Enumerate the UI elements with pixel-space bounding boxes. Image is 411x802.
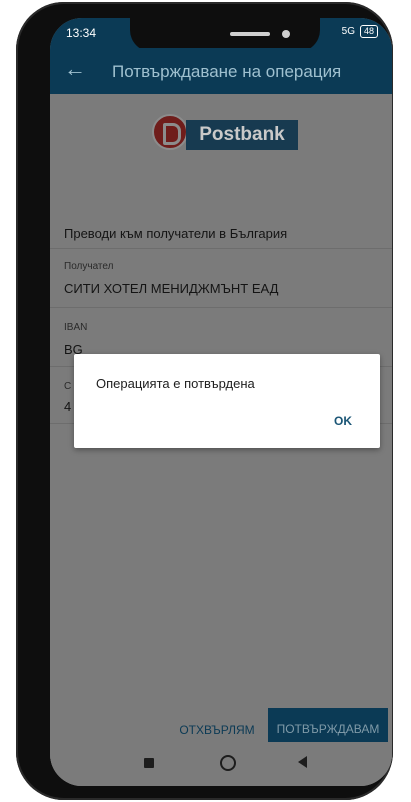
confirmation-dialog: Операцията е потвърдена OK	[74, 354, 380, 448]
postbank-logo-text: Postbank	[186, 120, 298, 150]
recents-icon[interactable]	[144, 758, 154, 768]
transfer-type-value: Преводи към получатели в България	[64, 226, 288, 241]
camera-dot	[282, 30, 290, 38]
amount-label: С	[64, 381, 72, 392]
postbank-logo-icon	[152, 114, 188, 150]
arrow-left-icon[interactable]: ←	[64, 58, 86, 80]
phone-frame: 13:34 5G 48 ← Потвърждаване на операция …	[16, 2, 393, 800]
app-bar: ← Потвърждаване на операция	[50, 48, 392, 94]
transfer-type-row: Преводи към получатели в България	[50, 200, 392, 249]
dialog-message: Операцията е потвърдена	[96, 376, 255, 391]
camera-notch	[130, 18, 320, 52]
back-triangle-icon[interactable]	[298, 756, 307, 768]
page-title: Потвърждаване на операция	[112, 62, 342, 81]
ok-button[interactable]: OK	[326, 408, 360, 434]
system-nav-bar	[50, 742, 392, 786]
signal-icon: 5G	[341, 26, 355, 37]
speaker-grille	[230, 32, 270, 36]
iban-label: IBAN	[64, 322, 88, 333]
amount-value: 4	[64, 399, 72, 414]
status-icons: 5G 48	[342, 25, 378, 38]
status-time: 13:34	[66, 26, 97, 40]
recipient-label: Получател	[64, 261, 114, 272]
recipient-value: СИТИ ХОТЕЛ МЕНИДЖМЪНТ ЕАД	[64, 281, 279, 296]
postbank-logo: Postbank	[150, 112, 300, 162]
battery-icon: 48	[359, 25, 378, 38]
screen: 13:34 5G 48 ← Потвърждаване на операция …	[50, 18, 392, 786]
home-icon[interactable]	[220, 755, 236, 771]
recipient-row: Получател СИТИ ХОТЕЛ МЕНИДЖМЪНТ ЕАД	[50, 249, 392, 308]
